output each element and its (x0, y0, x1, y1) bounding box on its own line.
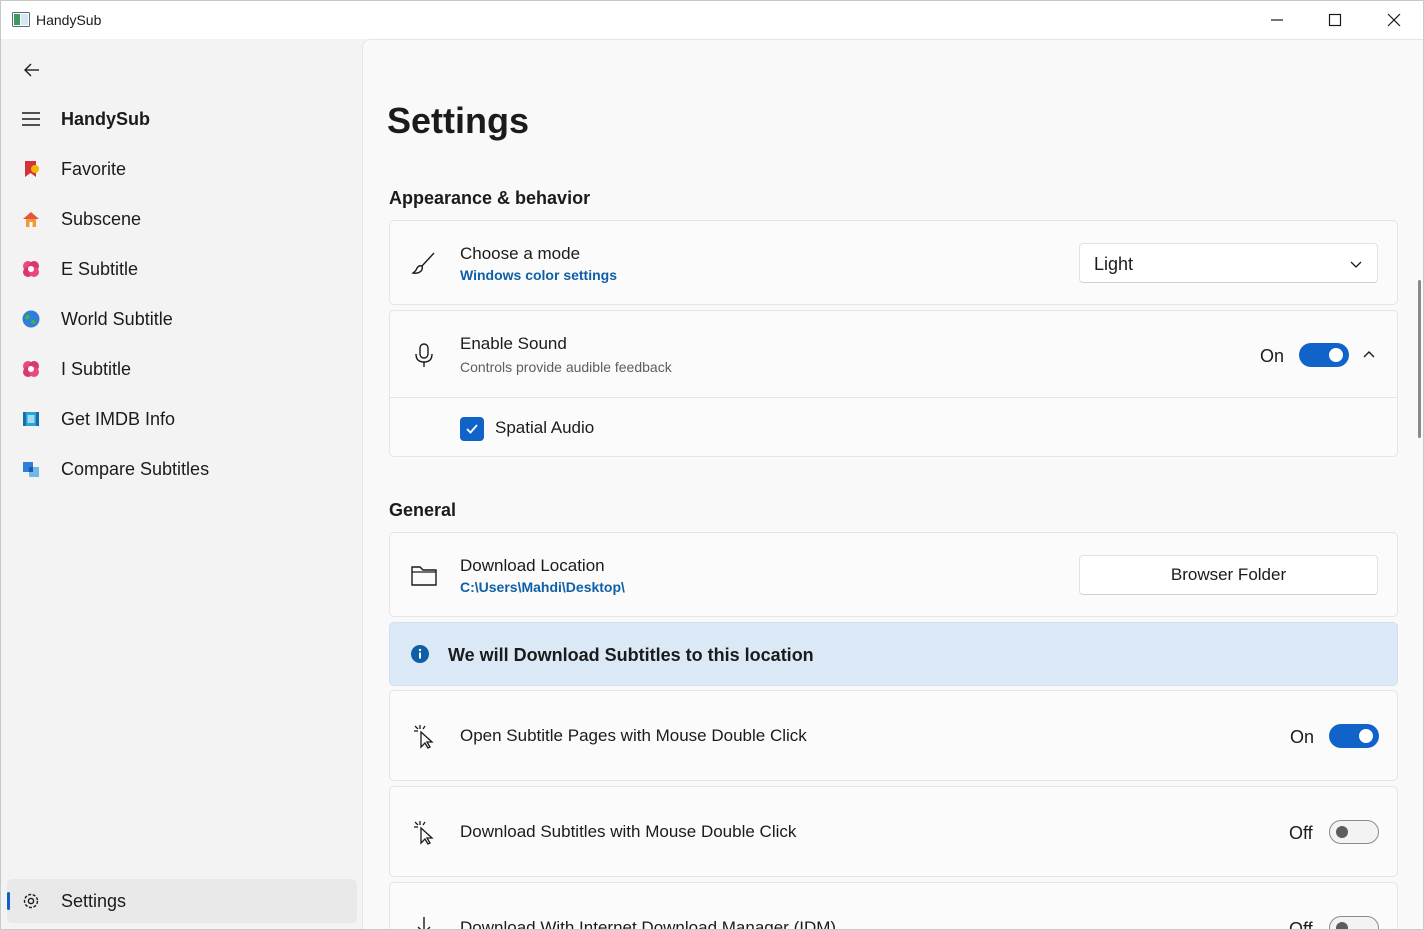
vertical-scrollbar[interactable] (1418, 280, 1421, 438)
open-pages-toggle[interactable] (1329, 724, 1379, 748)
sidebar-item-label: Subscene (61, 208, 142, 229)
sidebar-menu-header[interactable]: HandySub (7, 97, 357, 141)
mode-dropdown[interactable]: Light (1079, 243, 1378, 283)
info-bar: We will Download Subtitles to this locat… (389, 622, 1398, 686)
back-arrow-icon (24, 63, 39, 77)
minimize-button[interactable] (1248, 1, 1306, 39)
sound-toggle[interactable] (1299, 343, 1349, 367)
sidebar-item-label: E Subtitle (61, 258, 139, 279)
sidebar-item-favorite[interactable]: Favorite (7, 147, 357, 191)
film-strip-icon (23, 412, 39, 426)
close-button[interactable] (1365, 1, 1423, 39)
app-window: HandySub HandySub Favorite Subscene E Su… (0, 0, 1424, 930)
app-icon (12, 12, 30, 27)
info-bar-text: We will Download Subtitles to this locat… (448, 645, 814, 665)
toggle-knob (1359, 729, 1373, 743)
chevron-up-icon[interactable] (1362, 348, 1376, 362)
sidebar-item-label: Compare Subtitles (61, 458, 210, 479)
sidebar-item-esubtitle[interactable]: E Subtitle (7, 247, 357, 291)
subscene-house-icon (23, 212, 39, 227)
toggle-knob (1336, 826, 1348, 838)
open-pages-title: Open Subtitle Pages with Mouse Double Cl… (460, 726, 807, 745)
close-icon (1387, 13, 1401, 27)
selection-indicator (7, 892, 10, 910)
sidebar-item-settings[interactable]: Settings (7, 879, 357, 923)
idm-toggle-label: Off (1289, 919, 1313, 930)
microphone-icon (410, 341, 438, 369)
title-bar[interactable]: HandySub (1, 1, 1423, 39)
sidebar-item-label: Get IMDB Info (61, 408, 176, 429)
folder-icon (410, 561, 438, 589)
download-arrow-icon (410, 914, 438, 929)
sidebar-item-world-subtitle[interactable]: World Subtitle (7, 297, 357, 341)
hamburger-menu-icon (22, 112, 40, 126)
esubtitle-icon (23, 261, 39, 277)
compare-icon (23, 462, 39, 477)
settings-page: Settings Appearance & behavior Choose a … (362, 39, 1423, 930)
download-double-click-card: Download Subtitles with Mouse Double Cli… (389, 786, 1398, 877)
browse-folder-button[interactable]: Browser Folder (1079, 555, 1378, 595)
download-double-click-title: Download Subtitles with Mouse Double Cli… (460, 822, 797, 841)
mode-title: Choose a mode (460, 244, 581, 263)
sidebar-item-compare-subtitles[interactable]: Compare Subtitles (7, 447, 357, 491)
sidebar-item-get-imdb-info[interactable]: Get IMDB Info (7, 397, 357, 441)
back-button[interactable] (15, 53, 49, 87)
sidebar: HandySub Favorite Subscene E Subtitle Wo… (1, 39, 362, 929)
cursor-click-icon (410, 722, 438, 750)
toggle-knob (1336, 922, 1348, 929)
cursor-click-icon (410, 818, 438, 846)
mode-card: Choose a mode Windows color settings Lig… (389, 220, 1398, 305)
download-path-link[interactable]: C:\Users\Mahdi\Desktop\ (460, 579, 625, 595)
sound-toggle-label: On (1260, 346, 1285, 366)
download-double-click-toggle[interactable] (1329, 820, 1379, 844)
download-location-title: Download Location (460, 556, 605, 575)
enable-sound-subtitle: Controls provide audible feedback (460, 359, 672, 375)
world-globe-icon (22, 310, 40, 328)
maximize-button[interactable] (1306, 1, 1364, 39)
sidebar-item-isubtitle[interactable]: I Subtitle (7, 347, 357, 391)
download-location-card: Download Location C:\Users\Mahdi\Desktop… (389, 532, 1398, 617)
section-appearance-title: Appearance & behavior (389, 188, 591, 208)
maximize-icon (1328, 13, 1342, 27)
favorite-bookmark-icon (25, 161, 39, 177)
sidebar-header-label: HandySub (61, 108, 151, 129)
divider (390, 397, 1397, 398)
sidebar-item-label: Favorite (61, 158, 127, 179)
enable-sound-title: Enable Sound (460, 334, 567, 353)
gear-icon (23, 893, 39, 909)
sidebar-item-label: World Subtitle (61, 308, 173, 329)
sidebar-item-label: Settings (61, 890, 127, 911)
sound-card: Enable Sound Controls provide audible fe… (389, 310, 1398, 457)
section-general-title: General (389, 500, 457, 520)
mode-dropdown-value: Light (1094, 254, 1134, 274)
sidebar-item-subscene[interactable]: Subscene (7, 197, 357, 241)
info-icon (411, 645, 429, 663)
open-pages-toggle-label: On (1290, 727, 1315, 747)
open-pages-card: Open Subtitle Pages with Mouse Double Cl… (389, 690, 1398, 781)
idm-title: Download With Internet Download Manager … (460, 918, 837, 930)
chevron-down-icon (1350, 261, 1362, 268)
download-double-click-toggle-label: Off (1289, 823, 1313, 843)
sidebar-item-label: I Subtitle (61, 358, 132, 379)
checkmark-icon (466, 424, 478, 434)
window-title: HandySub (36, 12, 102, 28)
isubtitle-icon (23, 361, 39, 377)
page-title: Settings (387, 100, 530, 141)
idm-toggle[interactable] (1329, 916, 1379, 929)
toggle-knob (1329, 348, 1343, 362)
brush-icon (410, 249, 438, 277)
spatial-audio-label: Spatial Audio (495, 418, 595, 437)
windows-color-settings-link[interactable]: Windows color settings (460, 267, 617, 283)
minimize-icon (1271, 19, 1283, 21)
spatial-audio-checkbox[interactable] (460, 417, 484, 441)
idm-card: Download With Internet Download Manager … (389, 882, 1398, 930)
